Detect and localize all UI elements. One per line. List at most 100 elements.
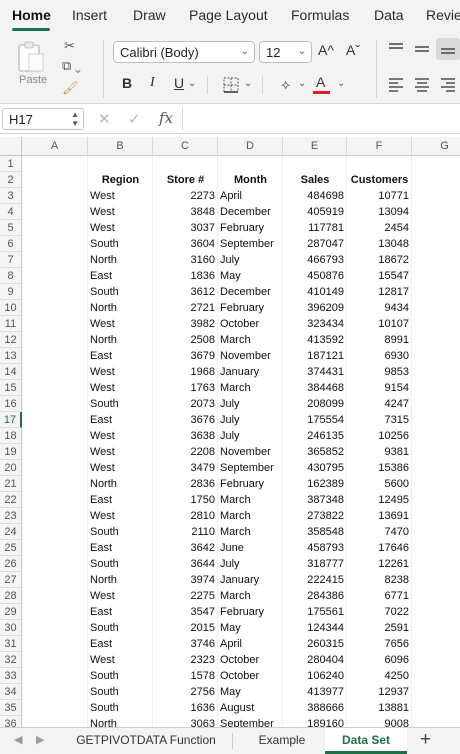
column-header-a[interactable]: A: [22, 137, 88, 156]
row-header-5[interactable]: 5: [0, 220, 22, 236]
table-cell[interactable]: 388666: [285, 700, 344, 716]
table-cell[interactable]: July: [220, 556, 281, 572]
column-header-f[interactable]: F: [347, 137, 412, 156]
name-box[interactable]: H17 ▲ ▼: [2, 108, 84, 130]
table-header-cell[interactable]: Customers: [347, 172, 412, 188]
row-header-6[interactable]: 6: [0, 236, 22, 252]
table-cell[interactable]: West: [90, 380, 151, 396]
table-cell[interactable]: 189160: [285, 716, 344, 727]
table-cell[interactable]: 9008: [349, 716, 409, 727]
table-cell[interactable]: 17646: [349, 540, 409, 556]
table-cell[interactable]: 384468: [285, 380, 344, 396]
table-cell[interactable]: 318777: [285, 556, 344, 572]
table-cell[interactable]: West: [90, 508, 151, 524]
table-cell[interactable]: West: [90, 316, 151, 332]
table-cell[interactable]: 3642: [155, 540, 215, 556]
table-cell[interactable]: West: [90, 428, 151, 444]
table-cell[interactable]: 484698: [285, 188, 344, 204]
table-cell[interactable]: February: [220, 476, 281, 492]
column-header-d[interactable]: D: [218, 137, 283, 156]
table-cell[interactable]: 374431: [285, 364, 344, 380]
table-cell[interactable]: November: [220, 444, 281, 460]
table-cell[interactable]: 1750: [155, 492, 215, 508]
chevron-down-icon[interactable]: ⌄: [188, 78, 196, 89]
table-cell[interactable]: 387348: [285, 492, 344, 508]
insert-function-icon[interactable]: fx: [159, 109, 173, 127]
table-cell[interactable]: West: [90, 188, 151, 204]
cancel-icon[interactable]: ✕: [98, 110, 111, 128]
table-cell[interactable]: East: [90, 636, 151, 652]
align-bottom-button[interactable]: [436, 38, 460, 60]
table-cell[interactable]: 365852: [285, 444, 344, 460]
font-name-select[interactable]: Calibri (Body) ⌄: [113, 41, 255, 63]
table-cell[interactable]: 2810: [155, 508, 215, 524]
table-cell[interactable]: 3479: [155, 460, 215, 476]
table-cell[interactable]: 280404: [285, 652, 344, 668]
enter-icon[interactable]: ✓: [128, 110, 141, 128]
table-cell[interactable]: 458793: [285, 540, 344, 556]
table-cell[interactable]: May: [220, 268, 281, 284]
table-cell[interactable]: September: [220, 236, 281, 252]
table-cell[interactable]: 1836: [155, 268, 215, 284]
table-cell[interactable]: April: [220, 188, 281, 204]
tab-data[interactable]: Data: [374, 7, 404, 23]
table-cell[interactable]: North: [90, 716, 151, 727]
table-cell[interactable]: 7022: [349, 604, 409, 620]
worksheet-grid[interactable]: A B C D E F G 1 2 3 4 5 6 7 8 9 10 11 12 13 14 15 16 17 18 19 20 21…: [0, 137, 460, 727]
table-cell[interactable]: 1968: [155, 364, 215, 380]
copy-icon[interactable]: ⧉ ⌄: [62, 58, 81, 74]
row-header-22[interactable]: 22: [0, 492, 22, 508]
tab-page-layout[interactable]: Page Layout: [189, 7, 268, 23]
table-cell[interactable]: 13048: [349, 236, 409, 252]
grow-font-button[interactable]: A^: [318, 42, 334, 58]
align-right-icon[interactable]: [440, 76, 456, 92]
table-cell[interactable]: 2508: [155, 332, 215, 348]
table-cell[interactable]: 2110: [155, 524, 215, 540]
row-header-28[interactable]: 28: [0, 588, 22, 604]
table-cell[interactable]: 323434: [285, 316, 344, 332]
table-cell[interactable]: 9381: [349, 444, 409, 460]
table-cell[interactable]: March: [220, 588, 281, 604]
row-header-30[interactable]: 30: [0, 620, 22, 636]
row-header-10[interactable]: 10: [0, 300, 22, 316]
table-cell[interactable]: 405919: [285, 204, 344, 220]
row-header-19[interactable]: 19: [0, 444, 22, 460]
table-cell[interactable]: 273822: [285, 508, 344, 524]
table-cell[interactable]: North: [90, 572, 151, 588]
name-box-stepper-icon[interactable]: ▲ ▼: [71, 110, 79, 128]
tab-review[interactable]: Revie: [426, 7, 460, 23]
row-header-16[interactable]: 16: [0, 396, 22, 412]
table-cell[interactable]: North: [90, 300, 151, 316]
table-cell[interactable]: 12261: [349, 556, 409, 572]
table-cell[interactable]: 8991: [349, 332, 409, 348]
table-cell[interactable]: South: [90, 396, 151, 412]
table-cell[interactable]: 18672: [349, 252, 409, 268]
table-cell[interactable]: 1636: [155, 700, 215, 716]
table-cell[interactable]: 3063: [155, 716, 215, 727]
table-header-cell[interactable]: Region: [88, 172, 153, 188]
table-cell[interactable]: 124344: [285, 620, 344, 636]
row-header-26[interactable]: 26: [0, 556, 22, 572]
table-cell[interactable]: 15386: [349, 460, 409, 476]
column-header-b[interactable]: B: [88, 137, 153, 156]
table-cell[interactable]: East: [90, 268, 151, 284]
table-cell[interactable]: East: [90, 604, 151, 620]
table-cell[interactable]: 260315: [285, 636, 344, 652]
row-header-12[interactable]: 12: [0, 332, 22, 348]
shrink-font-button[interactable]: Aˇ: [346, 42, 360, 58]
table-cell[interactable]: 413977: [285, 684, 344, 700]
table-cell[interactable]: West: [90, 652, 151, 668]
table-cell[interactable]: November: [220, 348, 281, 364]
table-cell[interactable]: 4250: [349, 668, 409, 684]
table-cell[interactable]: North: [90, 332, 151, 348]
row-header-18[interactable]: 18: [0, 428, 22, 444]
align-middle-icon[interactable]: [414, 42, 430, 56]
table-cell[interactable]: East: [90, 492, 151, 508]
table-cell[interactable]: May: [220, 620, 281, 636]
row-header-4[interactable]: 4: [0, 204, 22, 220]
table-cell[interactable]: 4247: [349, 396, 409, 412]
table-cell[interactable]: 208099: [285, 396, 344, 412]
table-cell[interactable]: 13691: [349, 508, 409, 524]
tab-insert[interactable]: Insert: [72, 7, 107, 23]
row-header-23[interactable]: 23: [0, 508, 22, 524]
